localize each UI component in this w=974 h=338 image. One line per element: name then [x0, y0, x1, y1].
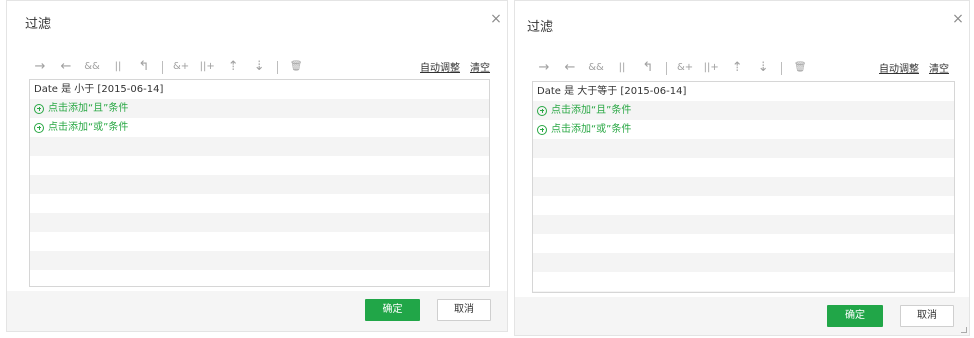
delete-icon[interactable]: 🗑: [288, 58, 304, 76]
close-icon[interactable]: ×: [489, 12, 503, 26]
auto-adjust-link[interactable]: 自动调整: [420, 59, 460, 74]
arrow-left-icon[interactable]: ←: [58, 58, 74, 76]
toolbar-divider: [277, 60, 279, 74]
dialog-header: 过滤 ×: [515, 1, 969, 39]
or-icon[interactable]: ||: [614, 59, 630, 77]
return-icon[interactable]: ↰: [136, 58, 152, 76]
add-circle-icon: [537, 124, 547, 135]
add-or-icon[interactable]: ||+: [199, 58, 215, 76]
move-up-icon[interactable]: ⇡: [729, 59, 745, 77]
dialog-title: 过滤: [527, 20, 554, 35]
add-circle-icon: [34, 103, 44, 114]
return-icon[interactable]: ↰: [640, 59, 656, 77]
add-circle-icon: [537, 105, 547, 116]
dialog-title: 过滤: [25, 17, 52, 32]
toolbar-divider: [666, 61, 667, 75]
add-or-label: 点击添加“或”条件: [48, 122, 129, 133]
cancel-button[interactable]: 取消: [437, 299, 491, 321]
add-or-icon[interactable]: ||+: [703, 59, 719, 77]
move-down-icon[interactable]: ⇣: [251, 58, 267, 76]
delete-icon[interactable]: 🗑: [792, 59, 808, 77]
or-icon[interactable]: ||: [110, 58, 126, 76]
add-and-label: 点击添加“且”条件: [551, 105, 632, 116]
add-circle-icon: [34, 122, 44, 133]
arrow-right-icon[interactable]: →: [32, 58, 48, 76]
ok-button[interactable]: 确定: [365, 299, 420, 321]
toolbar-divider: [162, 60, 163, 74]
add-or-condition-link[interactable]: 点击添加“或”条件: [533, 120, 954, 139]
add-and-icon[interactable]: &+: [173, 58, 189, 76]
condition-row[interactable]: Date 是 大于等于 [2015-06-14]: [533, 82, 954, 101]
add-and-icon[interactable]: &+: [677, 59, 693, 77]
condition-text: Date 是 小于 [2015-06-14]: [34, 84, 164, 95]
condition-list: Date 是 小于 [2015-06-14] 点击添加“且”条件 点击添加“或”…: [29, 79, 490, 287]
filter-dialog-left: 过滤 × → ← && || ↰ &+ ||+ ⇡ ⇣ 🗑 自动调整 清空 Da…: [6, 0, 508, 332]
add-or-label: 点击添加“或”条件: [551, 124, 632, 135]
toolbar-divider: [781, 61, 783, 75]
move-down-icon[interactable]: ⇣: [755, 59, 771, 77]
condition-list: Date 是 大于等于 [2015-06-14] 点击添加“且”条件 点击添加“…: [532, 81, 955, 293]
filter-toolbar: → ← && || ↰ &+ ||+ ⇡ ⇣ 🗑 自动调整 清空: [32, 57, 490, 77]
and-icon[interactable]: &&: [84, 58, 100, 76]
and-icon[interactable]: &&: [588, 59, 604, 77]
dialog-header: 过滤 ×: [7, 1, 507, 39]
auto-adjust-link[interactable]: 自动调整: [879, 60, 919, 75]
dialog-footer: 确定 取消: [7, 291, 507, 331]
resize-handle[interactable]: [961, 327, 967, 333]
add-and-condition-link[interactable]: 点击添加“且”条件: [30, 99, 489, 118]
arrow-left-icon[interactable]: ←: [562, 59, 578, 77]
close-icon[interactable]: ×: [951, 12, 965, 26]
clear-link[interactable]: 清空: [470, 59, 490, 74]
ok-button[interactable]: 确定: [827, 305, 883, 327]
filter-toolbar: → ← && || ↰ &+ ||+ ⇡ ⇣ 🗑 自动调整 清空: [536, 58, 949, 78]
add-and-condition-link[interactable]: 点击添加“且”条件: [533, 101, 954, 120]
clear-link[interactable]: 清空: [929, 60, 949, 75]
cancel-button[interactable]: 取消: [900, 305, 954, 327]
filter-dialog-right: 过滤 × → ← && || ↰ &+ ||+ ⇡ ⇣ 🗑 自动调整 清空 Da…: [514, 0, 970, 336]
condition-text: Date 是 大于等于 [2015-06-14]: [537, 86, 687, 97]
arrow-right-icon[interactable]: →: [536, 59, 552, 77]
add-and-label: 点击添加“且”条件: [48, 103, 129, 114]
move-up-icon[interactable]: ⇡: [225, 58, 241, 76]
dialog-footer: 确定 取消: [515, 297, 969, 335]
add-or-condition-link[interactable]: 点击添加“或”条件: [30, 118, 489, 137]
condition-row[interactable]: Date 是 小于 [2015-06-14]: [30, 80, 489, 99]
